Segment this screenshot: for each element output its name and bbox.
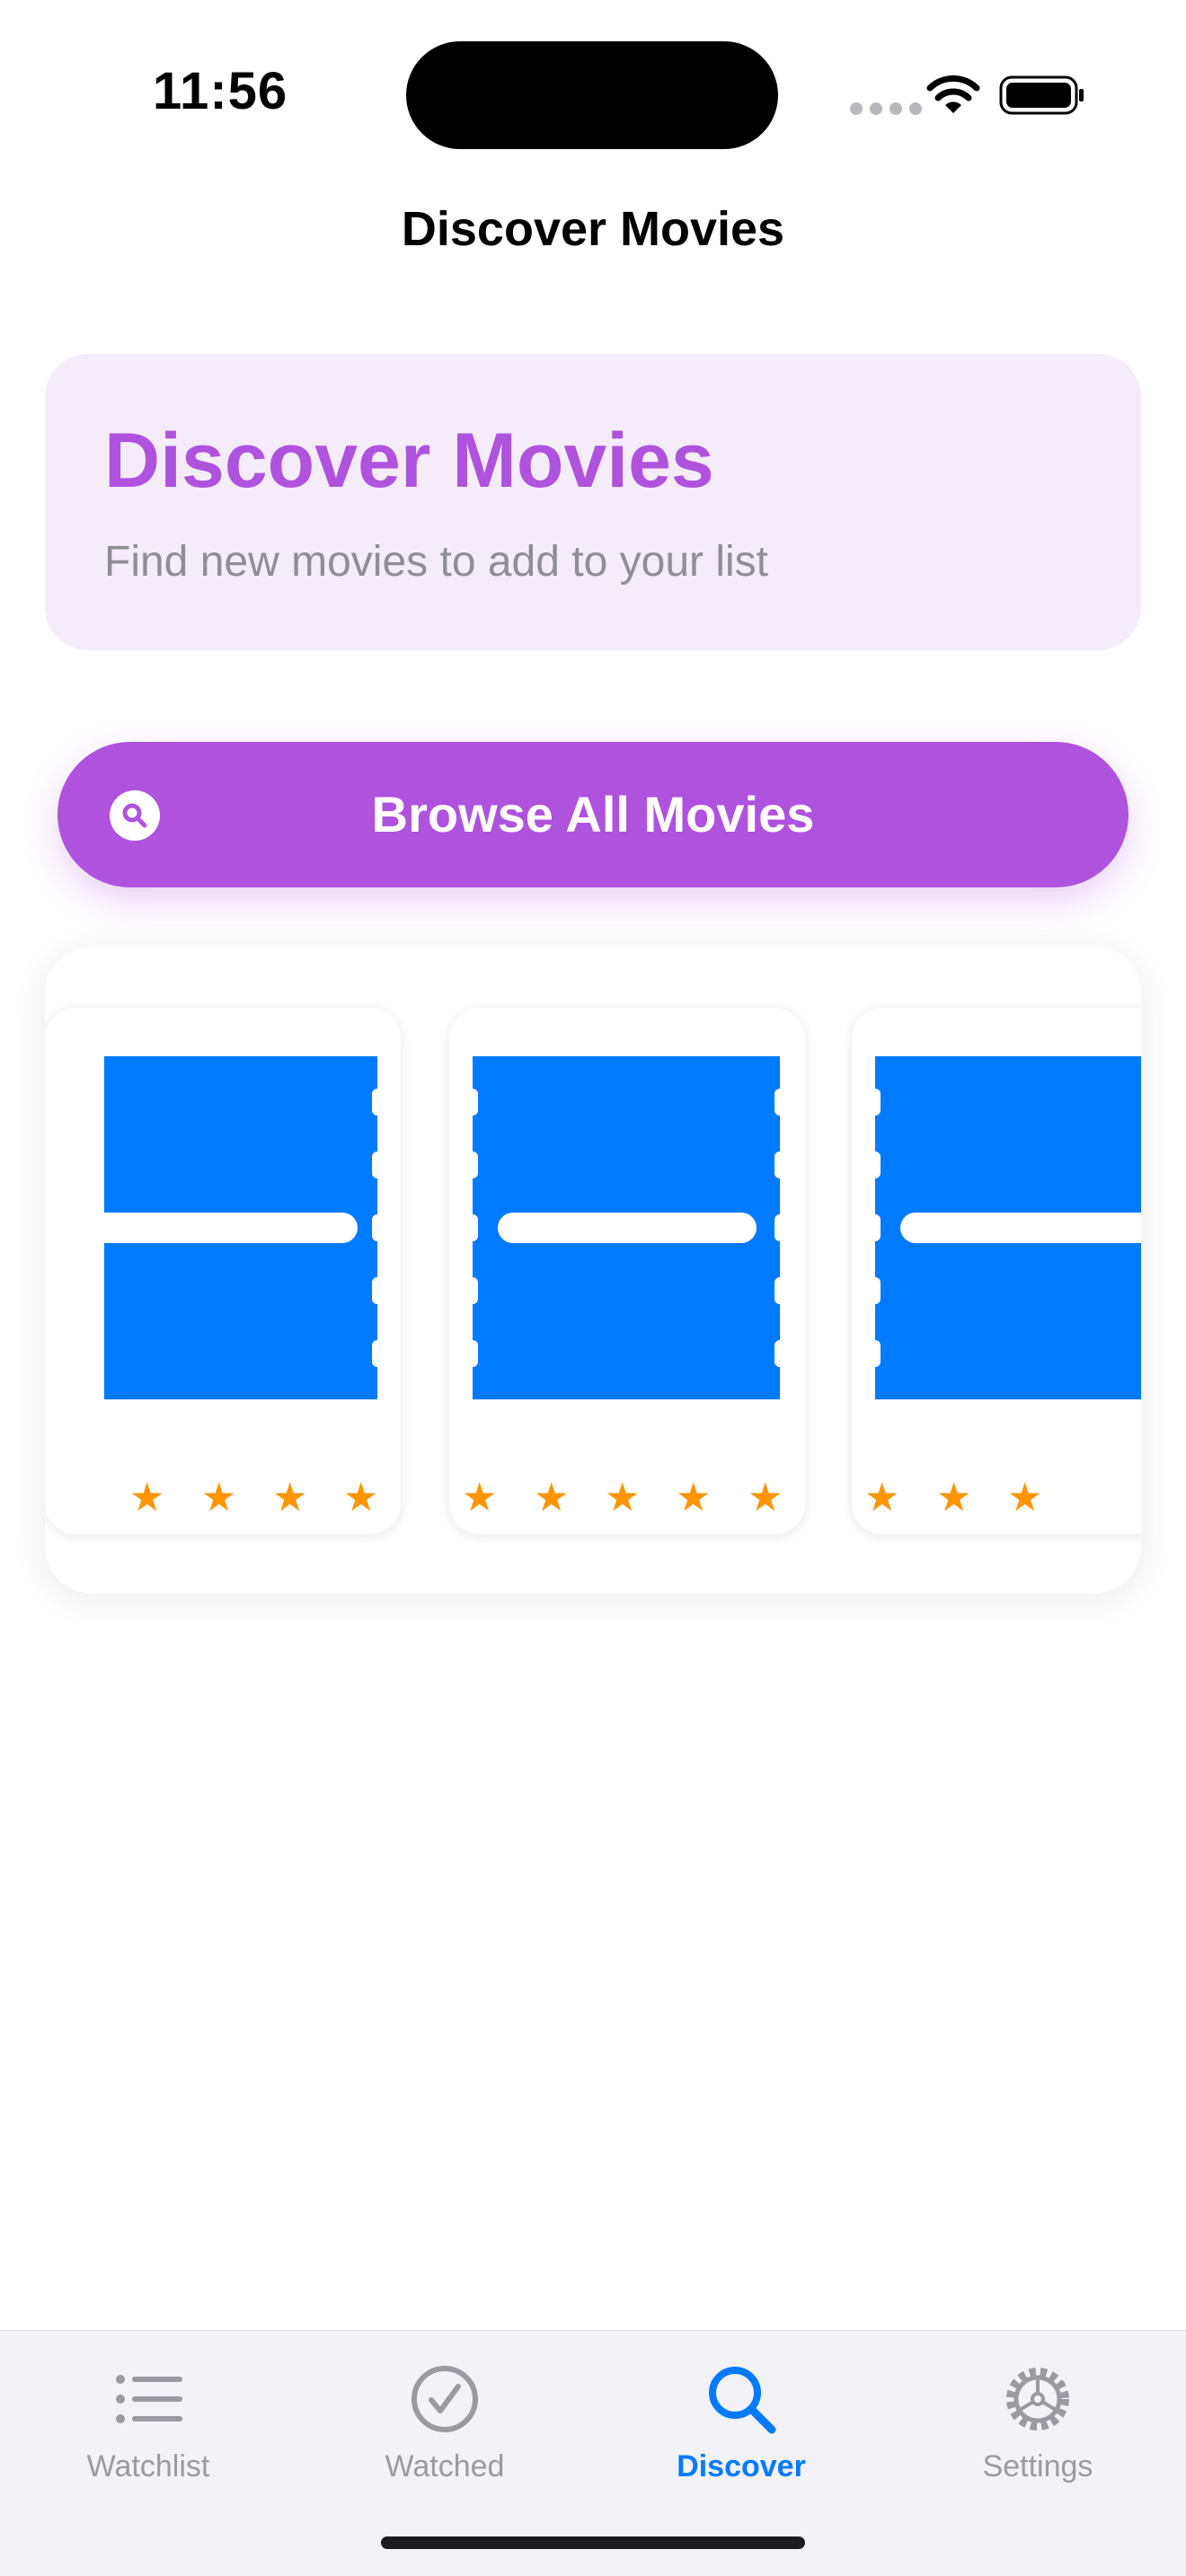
home-indicator: [381, 2536, 805, 2549]
list-icon: [116, 2375, 182, 2423]
status-time: 11:56: [153, 62, 288, 120]
movies-carousel[interactable]: ★ ★ ★ ★ ★ ★ ★ ★ ★ ★ ★ ★: [45, 947, 1141, 1593]
movie-card[interactable]: ★ ★ ★ ★ ★: [449, 1008, 805, 1534]
star-icon: ★: [343, 1476, 379, 1520]
tab-label: Watchlist: [86, 2449, 210, 2483]
star-icon: ★: [272, 1476, 308, 1520]
header-subtitle: Find new movies to add to your list: [104, 538, 769, 586]
tab-discover[interactable]: Discover: [593, 2349, 890, 2483]
star-icon: ★: [534, 1476, 570, 1520]
checkmark-circle-icon: [412, 2366, 478, 2432]
battery-icon: [999, 75, 1084, 115]
ticket-icon: [473, 1056, 780, 1399]
nav-title: Discover Movies: [401, 202, 785, 256]
gear-icon: [1006, 2368, 1069, 2430]
star-icon: ★: [462, 1476, 498, 1520]
tab-label: Settings: [982, 2449, 1093, 2483]
ticket-icon: [104, 1056, 377, 1399]
tab-watched[interactable]: Watched: [296, 2349, 593, 2483]
movie-card[interactable]: ★ ★ ★ ★: [45, 1008, 401, 1534]
browse-all-movies-button[interactable]: Browse All Movies: [58, 742, 1128, 887]
star-icon: ★: [129, 1476, 165, 1520]
tab-label: Watched: [385, 2449, 505, 2483]
header-title: Discover Movies: [104, 418, 714, 504]
tab-settings[interactable]: Settings: [890, 2349, 1186, 2483]
star-icon: ★: [605, 1476, 641, 1520]
star-icon: ★: [936, 1476, 972, 1520]
star-icon: ★: [1007, 1476, 1043, 1520]
discover-screen: 11:56 Discover Movies Discover Movies Fi…: [0, 0, 1186, 2576]
header-card: Discover Movies Find new movies to add t…: [45, 354, 1141, 650]
browse-button-label: Browse All Movies: [371, 786, 815, 842]
star-icon: ★: [864, 1476, 900, 1520]
movie-card[interactable]: ★ ★ ★: [852, 1008, 1141, 1534]
magnifying-glass-icon: [709, 2367, 776, 2434]
star-icon: ★: [748, 1476, 783, 1520]
cellular-signal-icon: [850, 102, 922, 115]
dynamic-island: [406, 41, 778, 149]
wifi-icon: [926, 75, 980, 113]
star-icon: ★: [201, 1476, 237, 1520]
ticket-icon: [875, 1056, 1141, 1399]
tab-label: Discover: [677, 2449, 806, 2483]
star-icon: ★: [676, 1476, 712, 1520]
tab-watchlist[interactable]: Watchlist: [0, 2349, 296, 2483]
